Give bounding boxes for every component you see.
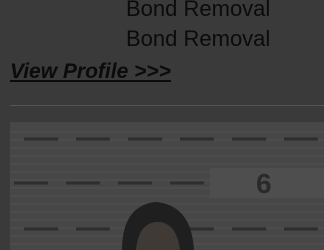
mugshot-image: 6 bbox=[10, 122, 324, 250]
mugshot-graphic: 6 bbox=[10, 122, 324, 250]
divider bbox=[10, 105, 324, 106]
height-marker-text: 6 bbox=[256, 168, 272, 199]
view-profile-link[interactable]: View Profile >>> bbox=[10, 60, 171, 84]
bond-removal-text-1: Bond Removal bbox=[126, 0, 271, 21]
bond-removal-text-2: Bond Removal bbox=[126, 26, 271, 51]
